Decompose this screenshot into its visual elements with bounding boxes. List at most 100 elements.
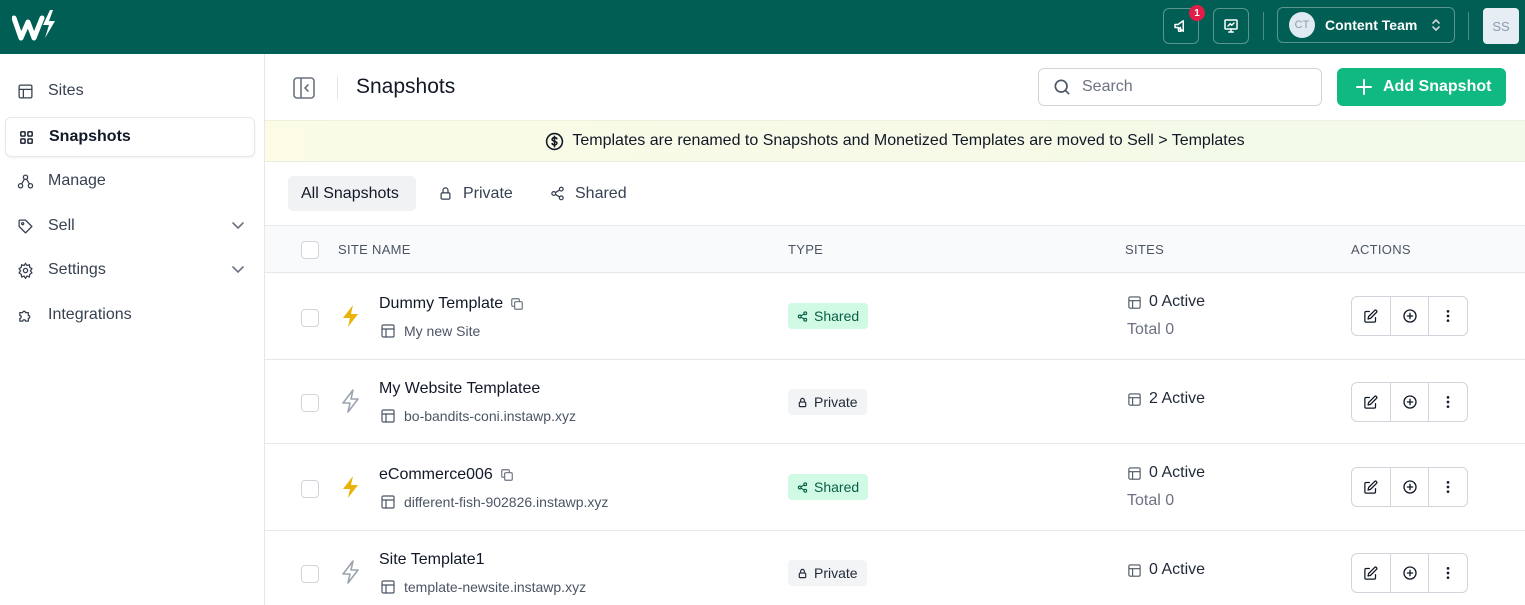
sidebar-toggle-icon[interactable] (292, 76, 316, 100)
search-input[interactable] (1082, 78, 1302, 96)
logo-icon[interactable] (12, 8, 58, 44)
snapshot-name[interactable]: Dummy Template (379, 295, 524, 313)
sidebar: Sites Snapshots Manage Sell Settings Int… (0, 54, 265, 605)
sidebar-item-label: Settings (48, 261, 106, 278)
snapshot-name[interactable]: My Website Templatee (379, 380, 540, 398)
plus-circle-icon (1402, 566, 1417, 580)
edit-button[interactable] (1352, 297, 1391, 335)
active-count: 2 Active (1127, 390, 1205, 408)
layout-icon (381, 324, 395, 338)
puzzle-icon (19, 310, 31, 322)
team-name: Content Team (1325, 17, 1418, 33)
type-badge-private: Private (788, 389, 867, 415)
edit-icon (1364, 309, 1378, 323)
row-actions (1351, 296, 1468, 336)
active-count: 0 Active (1127, 561, 1205, 579)
select-all-checkbox[interactable] (301, 241, 319, 259)
sidebar-item-sell[interactable]: Sell (5, 206, 255, 246)
copy-icon[interactable] (500, 468, 514, 482)
more-button[interactable] (1429, 554, 1467, 592)
row-checkbox[interactable] (301, 309, 319, 327)
tab-shared[interactable]: Shared (550, 176, 627, 211)
active-count: 0 Active (1127, 464, 1205, 482)
create-site-button[interactable] (1391, 468, 1430, 506)
share-icon (797, 310, 808, 322)
sidebar-item-label: Integrations (48, 306, 132, 323)
more-vertical-icon (1446, 310, 1450, 322)
row-checkbox[interactable] (301, 480, 319, 498)
lock-icon (798, 568, 807, 578)
tab-private[interactable]: Private (438, 176, 513, 211)
team-selector[interactable]: CT Content Team (1277, 7, 1455, 43)
layout-icon (381, 409, 395, 423)
more-button[interactable] (1429, 468, 1467, 506)
sidebar-item-settings[interactable]: Settings (5, 250, 255, 290)
row-checkbox[interactable] (301, 394, 319, 412)
chevron-down-icon (232, 222, 244, 230)
plus-circle-icon (1402, 309, 1417, 323)
type-label: Shared (814, 479, 860, 495)
type-badge-shared: Shared (788, 474, 869, 500)
type-label: Shared (814, 308, 860, 324)
layout-icon (381, 495, 395, 509)
table-row[interactable] (265, 360, 1525, 444)
edit-button[interactable] (1352, 383, 1391, 421)
edit-icon (1364, 480, 1378, 494)
copy-icon[interactable] (510, 297, 524, 311)
bolt-icon (342, 389, 359, 413)
banner-text: Templates are renamed to Snapshots and M… (572, 132, 1245, 149)
create-site-button[interactable] (1391, 297, 1430, 335)
active-count: 0 Active (1127, 293, 1205, 311)
snapshot-site: template-newsite.instawp.xyz (380, 579, 586, 595)
chevron-updown-icon (1432, 19, 1440, 31)
plus-circle-icon (1402, 480, 1417, 494)
snapshot-name[interactable]: Site Template1 (379, 551, 485, 569)
tag-icon (18, 218, 33, 234)
snapshot-name-text: eCommerce006 (379, 466, 493, 483)
chevron-down-icon (232, 266, 244, 274)
type-badge-private: Private (788, 560, 867, 586)
tab-all-snapshots[interactable]: All Snapshots (288, 176, 416, 211)
plus-circle-icon (1402, 395, 1417, 409)
row-actions (1351, 553, 1468, 593)
snapshot-site: different-fish-902826.instawp.xyz (380, 494, 608, 510)
edit-button[interactable] (1352, 554, 1391, 592)
layout-icon (1128, 295, 1141, 309)
tab-label: Shared (575, 184, 627, 202)
search-box[interactable] (1038, 68, 1322, 106)
more-vertical-icon (1446, 567, 1450, 579)
add-snapshot-button[interactable]: Add Snapshot (1337, 68, 1506, 106)
bolt-icon (343, 476, 358, 498)
share-icon (797, 481, 808, 493)
more-button[interactable] (1429, 297, 1467, 335)
grid-icon (20, 130, 33, 144)
search-icon (1054, 79, 1070, 95)
announcements-button[interactable]: 1 (1163, 5, 1205, 44)
sidebar-item-integrations[interactable]: Integrations (5, 295, 255, 335)
create-site-button[interactable] (1391, 554, 1430, 592)
active-count-text: 0 Active (1149, 464, 1206, 481)
snapshot-name[interactable]: eCommerce006 (379, 466, 514, 484)
lock-icon (440, 187, 451, 200)
row-actions (1351, 382, 1468, 422)
more-button[interactable] (1429, 383, 1467, 421)
row-checkbox[interactable] (301, 565, 319, 583)
more-vertical-icon (1446, 481, 1450, 493)
sidebar-item-manage[interactable]: Manage (5, 161, 255, 201)
snapshot-name-text: Dummy Template (379, 295, 504, 312)
table-row[interactable] (265, 273, 1525, 360)
edit-button[interactable] (1352, 468, 1391, 506)
user-avatar[interactable]: SS (1483, 8, 1519, 44)
sidebar-item-sites[interactable]: Sites (5, 71, 255, 111)
share-icon (551, 186, 564, 201)
header-divider (337, 76, 338, 100)
sidebar-item-snapshots[interactable]: Snapshots (5, 117, 255, 157)
table-row[interactable] (265, 444, 1525, 531)
table-header: SITE NAME TYPE SITES ACTIONS (265, 225, 1525, 273)
gear-icon (18, 261, 33, 279)
create-site-button[interactable] (1391, 383, 1430, 421)
total-count: Total 0 (1127, 492, 1175, 509)
presentation-button[interactable] (1213, 8, 1249, 44)
plus-icon (1356, 79, 1372, 95)
presentation-icon (1224, 19, 1238, 33)
